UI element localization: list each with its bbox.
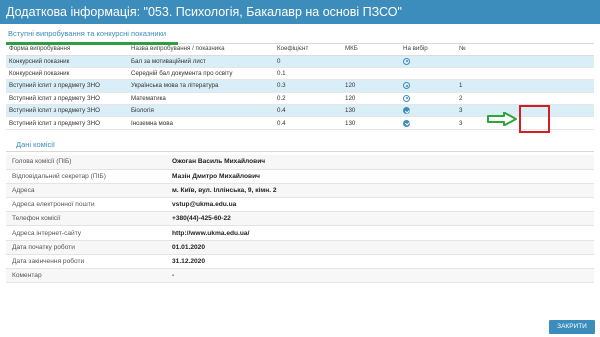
info-label: Дата закінчення роботи	[6, 254, 166, 270]
cell-form: Вступний іспит з предмету ЗНО	[6, 79, 128, 93]
cell-coefficient: 0.3	[274, 79, 342, 93]
info-row: Телефон комісії +380(44)-425-60-22	[6, 211, 594, 227]
column-header: Коефіцієнт	[274, 43, 342, 56]
info-label: Телефон комісії	[6, 211, 166, 227]
cell-mkb: 130	[342, 116, 400, 130]
cell-mkb	[342, 55, 400, 68]
table-row: Конкурсний показник Бал за мотиваційний л…	[6, 55, 594, 68]
tab-entrance-exams[interactable]: Вступні випробування та конкурсні показн…	[8, 29, 166, 38]
cell-mkb: 120	[342, 92, 400, 106]
commission-info-table: Голова комісії (ПІБ) Ожоган Василь Михайл…	[6, 155, 594, 284]
cell-choice	[400, 116, 456, 130]
info-row: Дата закінчення роботи 31.12.2020	[6, 254, 594, 270]
modal-title: Додаткова інформація: "053. Психологія, …	[0, 0, 600, 24]
cell-choice	[400, 92, 456, 106]
info-row: Адреса електронної пошти vstup@ukma.edu.u…	[6, 197, 594, 213]
cell-form: Вступний іспит з предмету ЗНО	[6, 104, 128, 118]
info-row: Адреса м. Київ, вул. Іллінська, 9, кімн. …	[6, 183, 594, 199]
column-header: МКБ	[342, 43, 400, 56]
info-value: 01.01.2020	[166, 240, 594, 255]
cell-choice	[400, 79, 456, 93]
column-header: №	[456, 43, 594, 56]
cell-exam-name: Математика	[128, 92, 274, 106]
info-label: Адреса інтернет-сайту	[6, 225, 166, 241]
cell-exam-name: Середній бал документа про освіту	[128, 67, 274, 81]
cell-exam-name: Іноземна мова	[128, 116, 274, 130]
info-value: -	[166, 268, 594, 284]
info-row: Коментар -	[6, 268, 594, 284]
info-value: http://www.ukma.edu.ua/	[166, 225, 594, 241]
table-row: Вступний іспит з предмету ЗНО Математика 0…	[6, 92, 594, 106]
cell-coefficient: 0.1	[274, 67, 342, 81]
info-row: Голова комісії (ПІБ) Ожоган Василь Михайл…	[6, 155, 594, 170]
info-row: Адреса інтернет-сайту http://www.ukma.edu…	[6, 225, 594, 241]
cell-number: 2	[456, 92, 594, 106]
table-row: Вступний іспит з предмету ЗНО Українська …	[6, 79, 594, 93]
info-value: vstup@ukma.edu.ua	[166, 197, 594, 213]
info-label: Відповідальний секретар (ПІБ)	[6, 169, 166, 184]
cell-number	[456, 67, 594, 81]
info-value: Ожоган Василь Михайлович	[166, 155, 594, 170]
highlight-box	[519, 105, 550, 133]
info-label: Адреса	[6, 183, 166, 199]
info-value: 31.12.2020	[166, 254, 594, 270]
close-button[interactable]: ЗАКРИТИ	[549, 320, 595, 334]
cell-number	[456, 55, 594, 68]
cell-coefficient: 0.4	[274, 104, 342, 118]
cell-mkb	[342, 67, 400, 81]
cell-coefficient: 0	[274, 55, 342, 68]
tab-bar: Вступні випробування та конкурсні показн…	[6, 28, 594, 45]
check-circle-icon[interactable]	[403, 107, 410, 115]
info-label: Адреса електронної пошти	[6, 197, 166, 213]
radio-circle-icon[interactable]	[403, 57, 410, 65]
radio-circle-icon[interactable]	[403, 94, 410, 102]
green-arrow-icon	[487, 112, 517, 126]
info-value: Мазін Дмитро Михайлович	[166, 169, 594, 184]
info-value: м. Київ, вул. Іллінська, 9, кімн. 2	[166, 183, 594, 199]
additional-info-modal: Додаткова інформація: "053. Психологія, …	[0, 0, 600, 337]
info-row: Відповідальний секретар (ПІБ) Мазін Дмитр…	[6, 169, 594, 184]
cell-form: Конкурсний показник	[6, 67, 128, 81]
radio-circle-icon[interactable]	[403, 82, 410, 90]
cell-form: Конкурсний показник	[6, 55, 128, 68]
commission-section-title: Дані комісії	[6, 140, 594, 152]
cell-number: 1	[456, 79, 594, 93]
column-header: Назва випробування / показника	[128, 43, 274, 56]
cell-exam-name: Біологія	[128, 104, 274, 118]
info-label: Коментар	[6, 268, 166, 284]
cell-form: Вступний іспит з предмету ЗНО	[6, 92, 128, 106]
table-header-row: Форма випробування Назва випробування / …	[6, 43, 594, 56]
info-row: Дата початку роботи 01.01.2020	[6, 240, 594, 255]
check-circle-icon[interactable]	[403, 119, 410, 127]
cell-coefficient: 0.4	[274, 116, 342, 130]
cell-exam-name: Українська мова та література	[128, 79, 274, 93]
cell-mkb: 130	[342, 104, 400, 118]
cell-form: Вступний іспит з предмету ЗНО	[6, 116, 128, 130]
column-header: Форма випробування	[6, 43, 128, 56]
cell-exam-name: Бал за мотиваційний лист	[128, 55, 274, 68]
cell-mkb: 120	[342, 79, 400, 93]
cell-choice	[400, 55, 456, 68]
table-row: Конкурсний показник Середній бал документ…	[6, 67, 594, 81]
info-value: +380(44)-425-60-22	[166, 211, 594, 227]
info-label: Голова комісії (ПІБ)	[6, 155, 166, 170]
cell-choice	[400, 104, 456, 118]
cell-coefficient: 0.2	[274, 92, 342, 106]
info-label: Дата початку роботи	[6, 240, 166, 255]
cell-choice	[400, 67, 456, 81]
column-header: На вибір	[400, 43, 456, 56]
